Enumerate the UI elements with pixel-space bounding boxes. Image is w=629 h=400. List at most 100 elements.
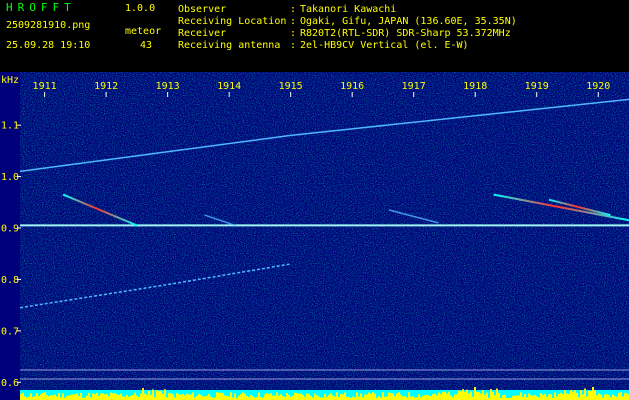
level-bar-segment xyxy=(490,389,492,400)
y-tick-label: 0.6 xyxy=(1,378,19,389)
level-bar-segment xyxy=(512,395,514,400)
level-bar-segment xyxy=(368,392,370,400)
level-bar-segment xyxy=(428,395,430,400)
level-bar-segment xyxy=(228,396,230,400)
level-bar-segment xyxy=(388,392,390,400)
level-bar-segment xyxy=(404,396,406,400)
level-bar-segment xyxy=(558,393,560,400)
level-bar-segment xyxy=(242,392,244,400)
level-bar-segment xyxy=(92,393,94,400)
level-bar-segment xyxy=(158,391,160,400)
level-bar-segment xyxy=(46,394,48,400)
level-bar-segment xyxy=(202,396,204,400)
level-bar-segment xyxy=(440,394,442,400)
x-tick-label: 1920 xyxy=(586,81,610,92)
level-bar-segment xyxy=(44,392,46,400)
level-bar-segment xyxy=(24,396,26,400)
level-bar-segment xyxy=(62,393,64,400)
level-bar-segment xyxy=(436,395,438,400)
level-bar-segment xyxy=(302,394,304,400)
level-bar-segment xyxy=(466,389,468,400)
level-bar-segment xyxy=(300,393,302,400)
level-bar-segment xyxy=(530,395,532,400)
level-bar-segment xyxy=(238,395,240,400)
level-bar-segment xyxy=(308,393,310,400)
level-bar-segment xyxy=(560,392,562,400)
level-bar-segment xyxy=(272,395,274,400)
level-bar-segment xyxy=(204,396,206,400)
level-bar-segment xyxy=(324,393,326,400)
level-bar-segment xyxy=(432,394,434,400)
level-bar-segment xyxy=(168,392,170,400)
level-bar-segment xyxy=(88,392,90,400)
level-bar-segment xyxy=(426,394,428,400)
level-bar-segment xyxy=(584,388,586,400)
level-bar-segment xyxy=(68,395,70,400)
info-colon: : xyxy=(290,40,297,51)
x-tick-label: 1916 xyxy=(340,81,364,92)
x-tick-label: 1917 xyxy=(402,81,426,92)
level-bar-segment xyxy=(136,395,138,400)
level-bar-segment xyxy=(608,394,610,400)
level-bar-segment xyxy=(554,392,556,400)
level-bar-segment xyxy=(298,393,300,400)
level-bar-segment xyxy=(50,395,52,400)
level-bar-segment xyxy=(498,393,500,400)
level-bar-segment xyxy=(270,393,272,400)
level-bar-segment xyxy=(246,395,248,400)
level-bar-segment xyxy=(112,393,114,400)
level-bar-segment xyxy=(220,392,222,400)
level-bar-segment xyxy=(468,393,470,400)
level-bar-segment xyxy=(460,391,462,400)
level-bar-segment xyxy=(366,394,368,400)
info-value-observer: Takanori Kawachi xyxy=(300,4,397,15)
level-bar-segment xyxy=(38,395,40,400)
level-bar-segment xyxy=(566,393,568,400)
x-tick-label: 1912 xyxy=(94,81,118,92)
level-bar-segment xyxy=(100,393,102,400)
level-bar-segment xyxy=(386,396,388,400)
level-bar-segment xyxy=(464,391,466,400)
level-bar-segment xyxy=(586,396,588,400)
level-bar-segment xyxy=(282,395,284,400)
level-bar-segment xyxy=(496,388,498,400)
level-bar-segment xyxy=(574,390,576,400)
level-bar-segment xyxy=(438,392,440,400)
level-bar-segment xyxy=(134,392,136,400)
level-bar-segment xyxy=(580,390,582,400)
level-bar-segment xyxy=(180,394,182,400)
level-bar-segment xyxy=(160,391,162,400)
level-bar-segment xyxy=(422,395,424,400)
level-bar-segment xyxy=(528,393,530,400)
level-bar-segment xyxy=(106,393,108,400)
level-bar-segment xyxy=(156,390,158,400)
level-bar-segment xyxy=(424,394,426,400)
level-bar-segment xyxy=(382,392,384,400)
level-bar-segment xyxy=(152,389,154,400)
level-bar-segment xyxy=(234,393,236,400)
level-bar-segment xyxy=(268,393,270,400)
level-bar-segment xyxy=(240,394,242,400)
level-bar-segment xyxy=(556,396,558,400)
level-bar-segment xyxy=(344,392,346,400)
level-bar-segment xyxy=(540,393,542,400)
level-bar-segment xyxy=(210,396,212,400)
level-bar-segment xyxy=(332,395,334,400)
y-tick-label: 0.8 xyxy=(1,275,19,286)
level-bar-segment xyxy=(296,393,298,400)
level-bar-segment xyxy=(34,396,36,400)
level-bar-segment xyxy=(314,393,316,400)
level-bar-segment xyxy=(22,392,24,400)
level-bar-segment xyxy=(594,389,596,400)
level-bar-segment xyxy=(626,393,628,400)
level-bar-segment xyxy=(340,394,342,400)
level-bar-segment xyxy=(316,395,318,400)
level-bar-segment xyxy=(144,393,146,400)
file-name: 2509281910.png xyxy=(6,20,91,31)
level-bar-segment xyxy=(604,394,606,400)
level-bar-segment xyxy=(600,394,602,400)
level-bar-segment xyxy=(196,395,198,400)
level-bar-segment xyxy=(94,394,96,400)
level-bar-segment xyxy=(618,392,620,400)
level-bar-segment xyxy=(172,394,174,400)
